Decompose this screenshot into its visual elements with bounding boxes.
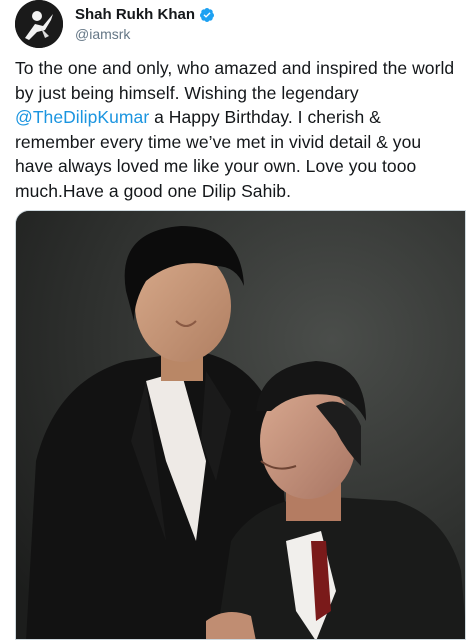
photo-two-men-portrait (16, 211, 465, 639)
mention-link[interactable]: @TheDilipKumar (15, 107, 149, 127)
avatar[interactable] (15, 0, 63, 48)
tweet-text: To the one and only, who amazed and insp… (15, 56, 455, 203)
tweet-header: Shah Rukh Khan @iamsrk (15, 0, 466, 48)
tweet-text-part1: To the one and only, who amazed and insp… (15, 58, 455, 103)
name-row: Shah Rukh Khan (75, 6, 215, 24)
user-names: Shah Rukh Khan @iamsrk (75, 6, 215, 43)
verified-badge-icon (199, 7, 215, 23)
user-handle[interactable]: @iamsrk (75, 26, 215, 43)
avatar-silhouette-icon (15, 0, 63, 48)
tweet-card: Shah Rukh Khan @iamsrk To the one and on… (0, 0, 466, 640)
display-name[interactable]: Shah Rukh Khan (75, 6, 195, 24)
tweet-photo[interactable] (15, 210, 466, 640)
